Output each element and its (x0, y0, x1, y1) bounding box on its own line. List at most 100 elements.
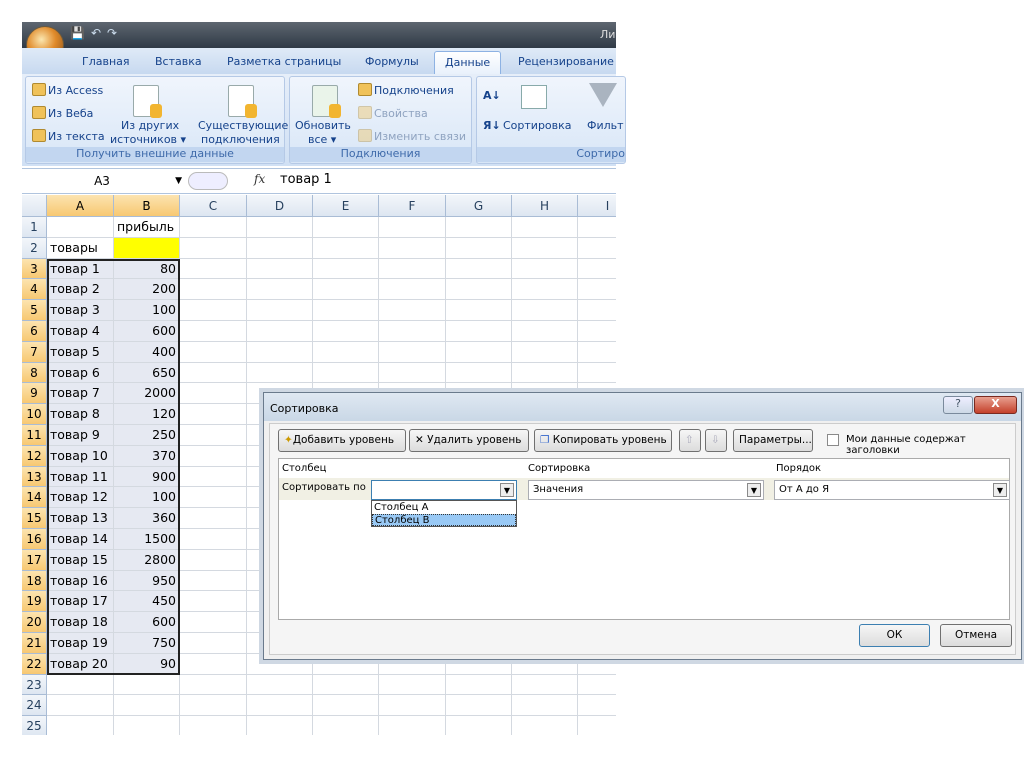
tab-insert[interactable]: Вставка (155, 55, 202, 68)
cell[interactable] (247, 716, 313, 735)
cell[interactable] (578, 279, 616, 301)
refresh-all-button[interactable]: Обновить (295, 119, 351, 132)
column-header-d[interactable]: D (247, 195, 313, 217)
cell[interactable] (180, 466, 247, 488)
cell[interactable] (313, 300, 379, 321)
tab-formulas[interactable]: Формулы (365, 55, 419, 68)
cell[interactable] (114, 716, 180, 735)
cell[interactable] (47, 695, 114, 717)
row-header-11[interactable]: 11 (22, 425, 47, 446)
row-header-2[interactable]: 2 (22, 237, 47, 259)
cell[interactable] (247, 362, 313, 384)
header-cell-items[interactable]: товары (47, 237, 114, 259)
chevron-down-icon[interactable]: ▼ (175, 170, 182, 192)
row-header-1[interactable]: 1 (22, 217, 47, 238)
options-button[interactable]: Параметры... (733, 429, 813, 452)
row-header-17[interactable]: 17 (22, 549, 47, 571)
name-box[interactable]: A3 ▼ (22, 170, 182, 192)
cell[interactable] (446, 321, 512, 342)
cell[interactable] (512, 258, 578, 280)
option-column-b[interactable]: Столбец В (372, 514, 516, 526)
row-header-9[interactable]: 9 (22, 383, 47, 405)
tab-page-layout[interactable]: Разметка страницы (227, 55, 341, 68)
cell[interactable] (578, 695, 616, 717)
edit-links-button[interactable]: Изменить связи (358, 129, 466, 143)
cell[interactable] (446, 716, 512, 735)
row-header-7[interactable]: 7 (22, 341, 47, 363)
cell[interactable] (446, 237, 512, 259)
cell[interactable] (180, 341, 247, 363)
sort-button[interactable]: Сортировка (503, 119, 572, 132)
existing-connections-button[interactable]: Существующие (198, 119, 288, 132)
cell[interactable] (180, 258, 247, 280)
column-header-b[interactable]: B (114, 195, 180, 217)
row-header-18[interactable]: 18 (22, 570, 47, 592)
cell[interactable] (379, 300, 446, 321)
column-select[interactable]: ▼ Столбец А Столбец В (371, 480, 517, 527)
column-header-c[interactable]: C (180, 195, 247, 217)
cell[interactable] (247, 695, 313, 717)
cell[interactable] (180, 404, 247, 425)
add-level-button[interactable]: ✦Добавить уровень (278, 429, 406, 452)
cell[interactable] (47, 217, 114, 238)
insert-function-icon[interactable]: fx (254, 172, 265, 186)
cell[interactable] (379, 237, 446, 259)
cell[interactable] (512, 362, 578, 384)
cell[interactable] (180, 633, 247, 654)
cell[interactable] (313, 217, 379, 238)
refresh-all-dropdown[interactable]: все ▾ (308, 133, 336, 146)
cell[interactable] (313, 716, 379, 735)
cell[interactable] (578, 238, 616, 259)
move-up-button[interactable]: ⇧ (679, 429, 701, 452)
cell[interactable] (180, 591, 247, 613)
help-button[interactable]: ? (943, 396, 973, 414)
sort-za-icon[interactable]: Я↓ (483, 119, 501, 132)
cell[interactable] (578, 217, 616, 238)
cell[interactable] (512, 321, 578, 342)
row-header-6[interactable]: 6 (22, 321, 47, 342)
row-header-12[interactable]: 12 (22, 445, 47, 467)
cell[interactable] (379, 258, 446, 280)
copy-level-button[interactable]: ❐ Копировать уровень (534, 429, 672, 452)
cell[interactable] (379, 716, 446, 735)
cell[interactable] (379, 341, 446, 363)
row-header-22[interactable]: 22 (22, 653, 47, 675)
cell[interactable] (578, 259, 616, 280)
from-access-button[interactable]: Из Access (32, 83, 103, 97)
chevron-down-icon[interactable]: ▼ (747, 483, 761, 497)
row-header-5[interactable]: 5 (22, 300, 47, 321)
cell[interactable] (180, 695, 247, 717)
move-down-button[interactable]: ⇩ (705, 429, 727, 452)
cell[interactable] (512, 695, 578, 717)
cell[interactable] (180, 237, 247, 259)
row-header-23[interactable]: 23 (22, 674, 47, 696)
cell[interactable] (446, 217, 512, 238)
cell[interactable] (180, 279, 247, 301)
cell[interactable] (379, 321, 446, 342)
row-header-25[interactable]: 25 (22, 716, 47, 735)
cell[interactable] (247, 237, 313, 259)
cell[interactable] (247, 321, 313, 342)
cell[interactable] (313, 237, 379, 259)
cell[interactable] (446, 279, 512, 301)
cell[interactable] (313, 362, 379, 384)
sort-az-icon[interactable]: А↓ (483, 89, 501, 102)
cell[interactable] (512, 674, 578, 696)
row-header-24[interactable]: 24 (22, 695, 47, 717)
row-header-10[interactable]: 10 (22, 404, 47, 425)
cell[interactable] (180, 549, 247, 571)
cell[interactable] (180, 362, 247, 384)
row-header-20[interactable]: 20 (22, 612, 47, 633)
filter-button[interactable]: Фильт (587, 119, 624, 132)
tab-home[interactable]: Главная (82, 55, 130, 68)
cell[interactable] (180, 529, 247, 550)
column-header-e[interactable]: E (313, 195, 379, 217)
row-header-14[interactable]: 14 (22, 487, 47, 509)
cell[interactable] (446, 362, 512, 384)
order-select[interactable]: От А до Я ▼ (774, 480, 1010, 500)
connections-button[interactable]: Подключения (358, 83, 454, 97)
formula-input[interactable]: товар 1 (280, 172, 332, 187)
cell[interactable] (180, 321, 247, 342)
cell[interactable] (180, 217, 247, 238)
row-header-19[interactable]: 19 (22, 591, 47, 613)
